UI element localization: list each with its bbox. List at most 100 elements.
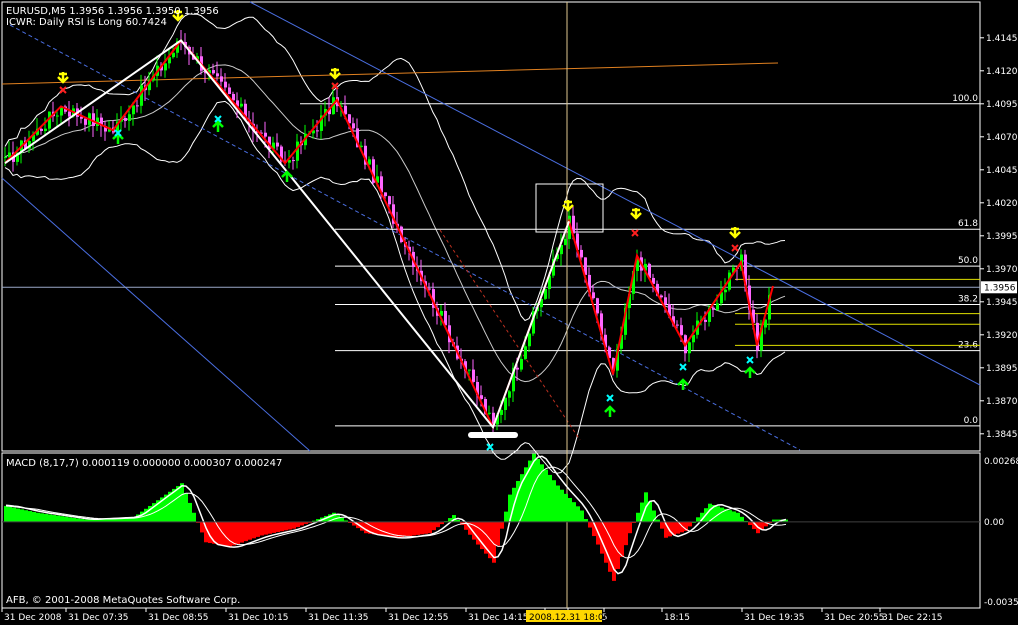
- time-tick-label: 31 Dec 2008: [4, 613, 62, 623]
- macd-histogram-bar: [300, 521, 304, 526]
- time-tick-label: 18:15: [664, 613, 690, 623]
- price-candle-body: [528, 333, 531, 347]
- macd-histogram-bar: [620, 521, 624, 558]
- macd-histogram-bar: [228, 521, 232, 547]
- macd-histogram-bar: [72, 517, 76, 522]
- macd-histogram-bar: [236, 521, 240, 544]
- price-candle-body: [276, 142, 279, 147]
- resistance-line: [1, 62, 779, 85]
- price-candle-body: [220, 76, 223, 82]
- price-candle-body: [44, 128, 47, 131]
- macd-histogram-bar: [496, 521, 500, 546]
- macd-histogram-bar: [8, 506, 12, 522]
- chart-canvas[interactable]: 100.061.850.038.223.60.0 1.41451.41201.4…: [0, 0, 1018, 625]
- macd-histogram-bar: [268, 521, 272, 534]
- price-candle-body: [680, 325, 683, 336]
- macd-histogram-bar: [244, 521, 248, 542]
- price-candle-body: [508, 391, 511, 398]
- macd-histogram-bar: [732, 511, 736, 522]
- indicator-status: ICWR: Daily RSI is Long 60.7424: [6, 17, 167, 28]
- price-candle-body: [316, 130, 319, 132]
- price-candle-body: [660, 295, 663, 298]
- macd-histogram-bar: [580, 510, 584, 522]
- macd-histogram-bar: [660, 521, 664, 529]
- price-tick-label: 1.3995: [986, 232, 1018, 242]
- macd-histogram-bar: [736, 512, 740, 522]
- macd-histogram-bar: [292, 521, 296, 529]
- macd-histogram-bar: [48, 514, 52, 522]
- down-arrow-icon: [562, 200, 574, 212]
- macd-histogram-bar: [68, 517, 72, 522]
- macd-histogram-bar: [248, 521, 252, 540]
- fib-level-label: 0.0: [964, 416, 979, 426]
- macd-histogram-bar: [20, 509, 24, 522]
- price-candle-body: [520, 358, 523, 370]
- macd-histogram-bar: [728, 510, 732, 522]
- price-candle-body: [664, 297, 667, 305]
- time-tick-label: 31 Dec 22:15: [882, 613, 943, 623]
- price-tick-label: 1.3920: [986, 331, 1018, 341]
- macd-histogram-bar: [188, 502, 192, 522]
- macd-histogram-bar: [432, 521, 436, 531]
- price-candle-body: [716, 303, 719, 310]
- macd-histogram-bar: [572, 502, 576, 522]
- price-candle-body: [524, 346, 527, 359]
- macd-histogram-bar: [380, 521, 384, 536]
- down-arrow-icon: [729, 227, 741, 239]
- price-tick-label: 1.4095: [986, 100, 1018, 110]
- macd-tick-label: 0.00268: [984, 457, 1018, 467]
- macd-histogram-bar: [24, 510, 28, 522]
- down-arrow-icon: [57, 72, 69, 84]
- macd-histogram-bar: [60, 516, 64, 522]
- macd-histogram-bar: [420, 521, 424, 535]
- price-candle-body: [712, 307, 715, 310]
- zigzag-red-line: [4, 38, 774, 430]
- macd-histogram-bar: [44, 513, 48, 522]
- macd-histogram-bar: [224, 521, 228, 547]
- macd-histogram-bar: [64, 516, 68, 522]
- macd-histogram-bar: [544, 469, 548, 522]
- macd-histogram-bar: [276, 521, 280, 533]
- macd-histogram-bar: [28, 511, 32, 522]
- macd-histogram-bar: [200, 521, 204, 533]
- up-arrow-icon: [212, 120, 224, 132]
- price-candle-body: [264, 132, 267, 137]
- red-x-marker: [59, 86, 67, 94]
- price-candle-body: [124, 118, 127, 121]
- macd-histogram-bar: [536, 459, 540, 522]
- up-arrow-icon: [604, 405, 616, 417]
- macd-histogram-bar: [256, 521, 260, 537]
- price-candle-body: [428, 288, 431, 290]
- cyan-x-marker: [679, 363, 687, 371]
- price-candle-body: [68, 111, 71, 117]
- cyan-x-marker: [606, 394, 614, 402]
- price-candle-body: [596, 298, 599, 314]
- current-price-label: 1.3956: [984, 283, 1016, 293]
- price-tick-label: 1.4120: [986, 67, 1018, 77]
- macd-histogram-bar: [624, 521, 628, 546]
- red-x-marker: [631, 229, 639, 237]
- macd-histogram-bar: [636, 512, 640, 522]
- price-candle-body: [216, 73, 219, 77]
- macd-histogram-bar: [740, 516, 744, 522]
- price-tick-label: 1.3845: [986, 430, 1018, 440]
- chart-window[interactable]: 100.0 61.8 50.0 38.2 23.6 0.0 1.4145 1.4120 1.4…: [0, 0, 1018, 625]
- macd-histogram-bar: [412, 521, 416, 536]
- time-tick-label: 31 Dec 20:55: [824, 613, 885, 623]
- macd-histogram-bar: [436, 521, 440, 528]
- macd-histogram-bar: [560, 489, 564, 522]
- copyright-text: AFB, © 2001-2008 MetaQuotes Software Cor…: [6, 595, 240, 606]
- time-tick-label: 31 Dec 10:15: [228, 613, 289, 623]
- macd-histogram-bar: [428, 521, 432, 534]
- macd-histogram-bar: [36, 512, 40, 522]
- macd-histogram-bar: [628, 521, 632, 534]
- price-tick-label: 1.4045: [986, 166, 1018, 176]
- price-candle-body: [228, 87, 231, 94]
- price-tick-label: 1.4070: [986, 133, 1018, 143]
- macd-histogram-bar: [280, 521, 284, 532]
- price-candle-body: [224, 81, 227, 88]
- price-candle-body: [240, 103, 243, 107]
- bottom-pivot-marker: [468, 432, 518, 438]
- price-candle-body: [724, 289, 727, 293]
- price-candle-body: [172, 52, 175, 58]
